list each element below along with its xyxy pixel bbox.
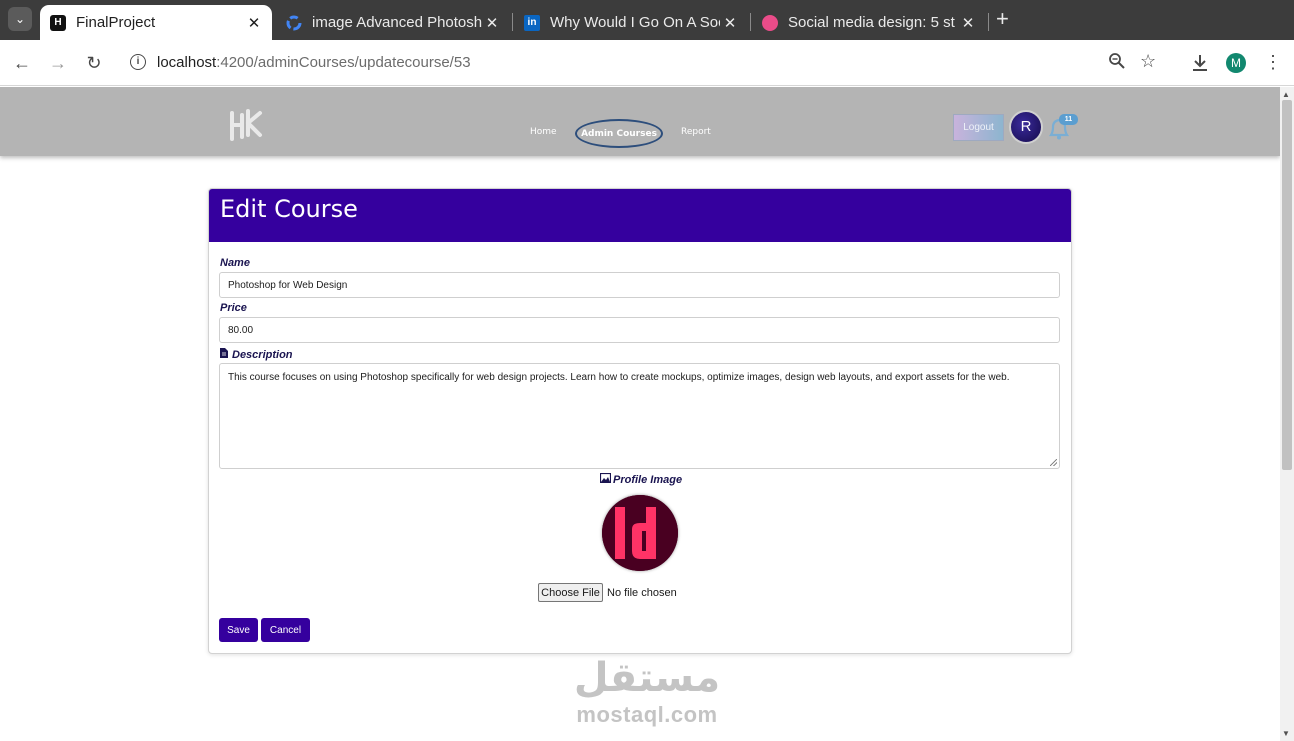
- kebab-menu-icon[interactable]: ⋮: [1264, 52, 1282, 73]
- arrow-right-icon: →: [49, 52, 67, 73]
- page-title: Edit Course: [220, 195, 358, 223]
- tab-title: FinalProject: [76, 14, 156, 31]
- reload-icon: ↻: [86, 52, 102, 73]
- file-status-text: No file chosen: [607, 586, 677, 599]
- h-logo-icon: H: [50, 14, 66, 31]
- profile-image-label-row: Profile Image: [599, 472, 683, 486]
- close-icon[interactable]: ✕: [720, 14, 740, 32]
- plus-icon: +: [996, 6, 1009, 31]
- url-host: localhost: [157, 54, 217, 71]
- page-viewport: Home Admin Courses Report Logout R 11 Ed…: [0, 87, 1280, 741]
- chevron-down-icon: ⌄: [14, 12, 26, 26]
- watermark: مستقل mostaql.com: [567, 652, 727, 726]
- tab-finalproject[interactable]: H FinalProject ✕: [40, 5, 272, 40]
- user-avatar[interactable]: R: [1009, 110, 1043, 144]
- nav-report-link[interactable]: Report: [681, 127, 711, 137]
- new-tab-button[interactable]: +: [996, 8, 1009, 30]
- tab-strip: ⌄ H FinalProject ✕ image Advanced Photos…: [0, 0, 1294, 40]
- description-label: Description: [232, 348, 293, 361]
- tab-title: Why Would I Go On A Soc: [550, 14, 720, 31]
- description-label-row: Description: [220, 348, 293, 361]
- save-button[interactable]: Save: [219, 618, 258, 642]
- nav-admin-courses-link[interactable]: Admin Courses: [575, 119, 663, 148]
- tab-search-button[interactable]: ⌄: [8, 7, 32, 31]
- download-icon[interactable]: [1190, 53, 1210, 78]
- google-icon: [286, 15, 302, 31]
- dribbble-icon: [762, 14, 778, 31]
- name-label: Name: [220, 257, 250, 269]
- tab-separator: [750, 13, 751, 31]
- tab-title: image Advanced Photosh: [312, 14, 482, 31]
- scrollbar-thumb[interactable]: [1282, 100, 1292, 470]
- reload-button[interactable]: ↻: [82, 51, 106, 75]
- price-input[interactable]: 80.00: [219, 317, 1060, 343]
- close-icon[interactable]: ✕: [958, 14, 978, 32]
- hk-logo-icon[interactable]: [226, 107, 264, 145]
- tab-google-image[interactable]: image Advanced Photosh ✕: [276, 5, 510, 40]
- watermark-arabic: مستقل: [573, 655, 721, 701]
- course-image-preview: [602, 495, 678, 571]
- description-text: This course focuses on using Photoshop s…: [228, 372, 1010, 383]
- indesign-logo-image: [602, 495, 678, 571]
- scroll-up-icon[interactable]: ▲: [1282, 90, 1290, 99]
- close-icon[interactable]: ✕: [244, 14, 264, 32]
- edit-course-card: Edit Course Name Photoshop for Web Desig…: [208, 188, 1072, 654]
- nav-home-link[interactable]: Home: [530, 127, 557, 137]
- url-text[interactable]: localhost:4200/adminCourses/updatecourse…: [157, 54, 471, 71]
- scroll-down-icon[interactable]: ▼: [1282, 729, 1290, 738]
- tab-separator: [512, 13, 513, 31]
- resize-handle[interactable]: [1050, 459, 1057, 466]
- cancel-button[interactable]: Cancel: [261, 618, 310, 642]
- tab-linkedin[interactable]: in Why Would I Go On A Soc ✕: [514, 5, 748, 40]
- linkedin-icon: in: [524, 14, 540, 31]
- file-input: Choose File No file chosen: [538, 583, 677, 602]
- tab-separator: [988, 13, 989, 31]
- zoom-icon[interactable]: [1108, 52, 1126, 75]
- watermark-latin: mostaql.com: [576, 702, 718, 727]
- profile-image-label: Profile Image: [613, 473, 683, 486]
- price-label: Price: [220, 302, 247, 314]
- card-header: Edit Course: [209, 189, 1071, 242]
- document-icon: [220, 348, 228, 361]
- logout-button[interactable]: Logout: [953, 114, 1004, 141]
- image-icon: [599, 472, 612, 486]
- forward-button[interactable]: →: [46, 51, 70, 75]
- profile-avatar[interactable]: M: [1226, 53, 1246, 73]
- url-path: :4200/adminCourses/updatecourse/53: [216, 54, 471, 71]
- browser-toolbar: ← → ↻ i localhost:4200/adminCourses/upda…: [0, 40, 1294, 86]
- address-bar[interactable]: i localhost:4200/adminCourses/updatecour…: [120, 46, 1170, 80]
- tab-title: Social media design: 5 st: [788, 14, 955, 31]
- bookmark-star-icon[interactable]: ☆: [1140, 51, 1156, 72]
- arrow-left-icon: ←: [13, 52, 31, 73]
- description-textarea[interactable]: This course focuses on using Photoshop s…: [219, 363, 1060, 469]
- close-icon[interactable]: ✕: [482, 14, 502, 32]
- app-navbar: Home Admin Courses Report Logout R 11: [0, 87, 1280, 156]
- site-info-icon[interactable]: i: [130, 54, 146, 70]
- name-input[interactable]: Photoshop for Web Design: [219, 272, 1060, 298]
- back-button[interactable]: ←: [10, 51, 34, 75]
- tab-dribbble[interactable]: Social media design: 5 st ✕: [752, 5, 986, 40]
- notification-badge: 11: [1059, 114, 1078, 125]
- choose-file-button[interactable]: Choose File: [538, 583, 603, 602]
